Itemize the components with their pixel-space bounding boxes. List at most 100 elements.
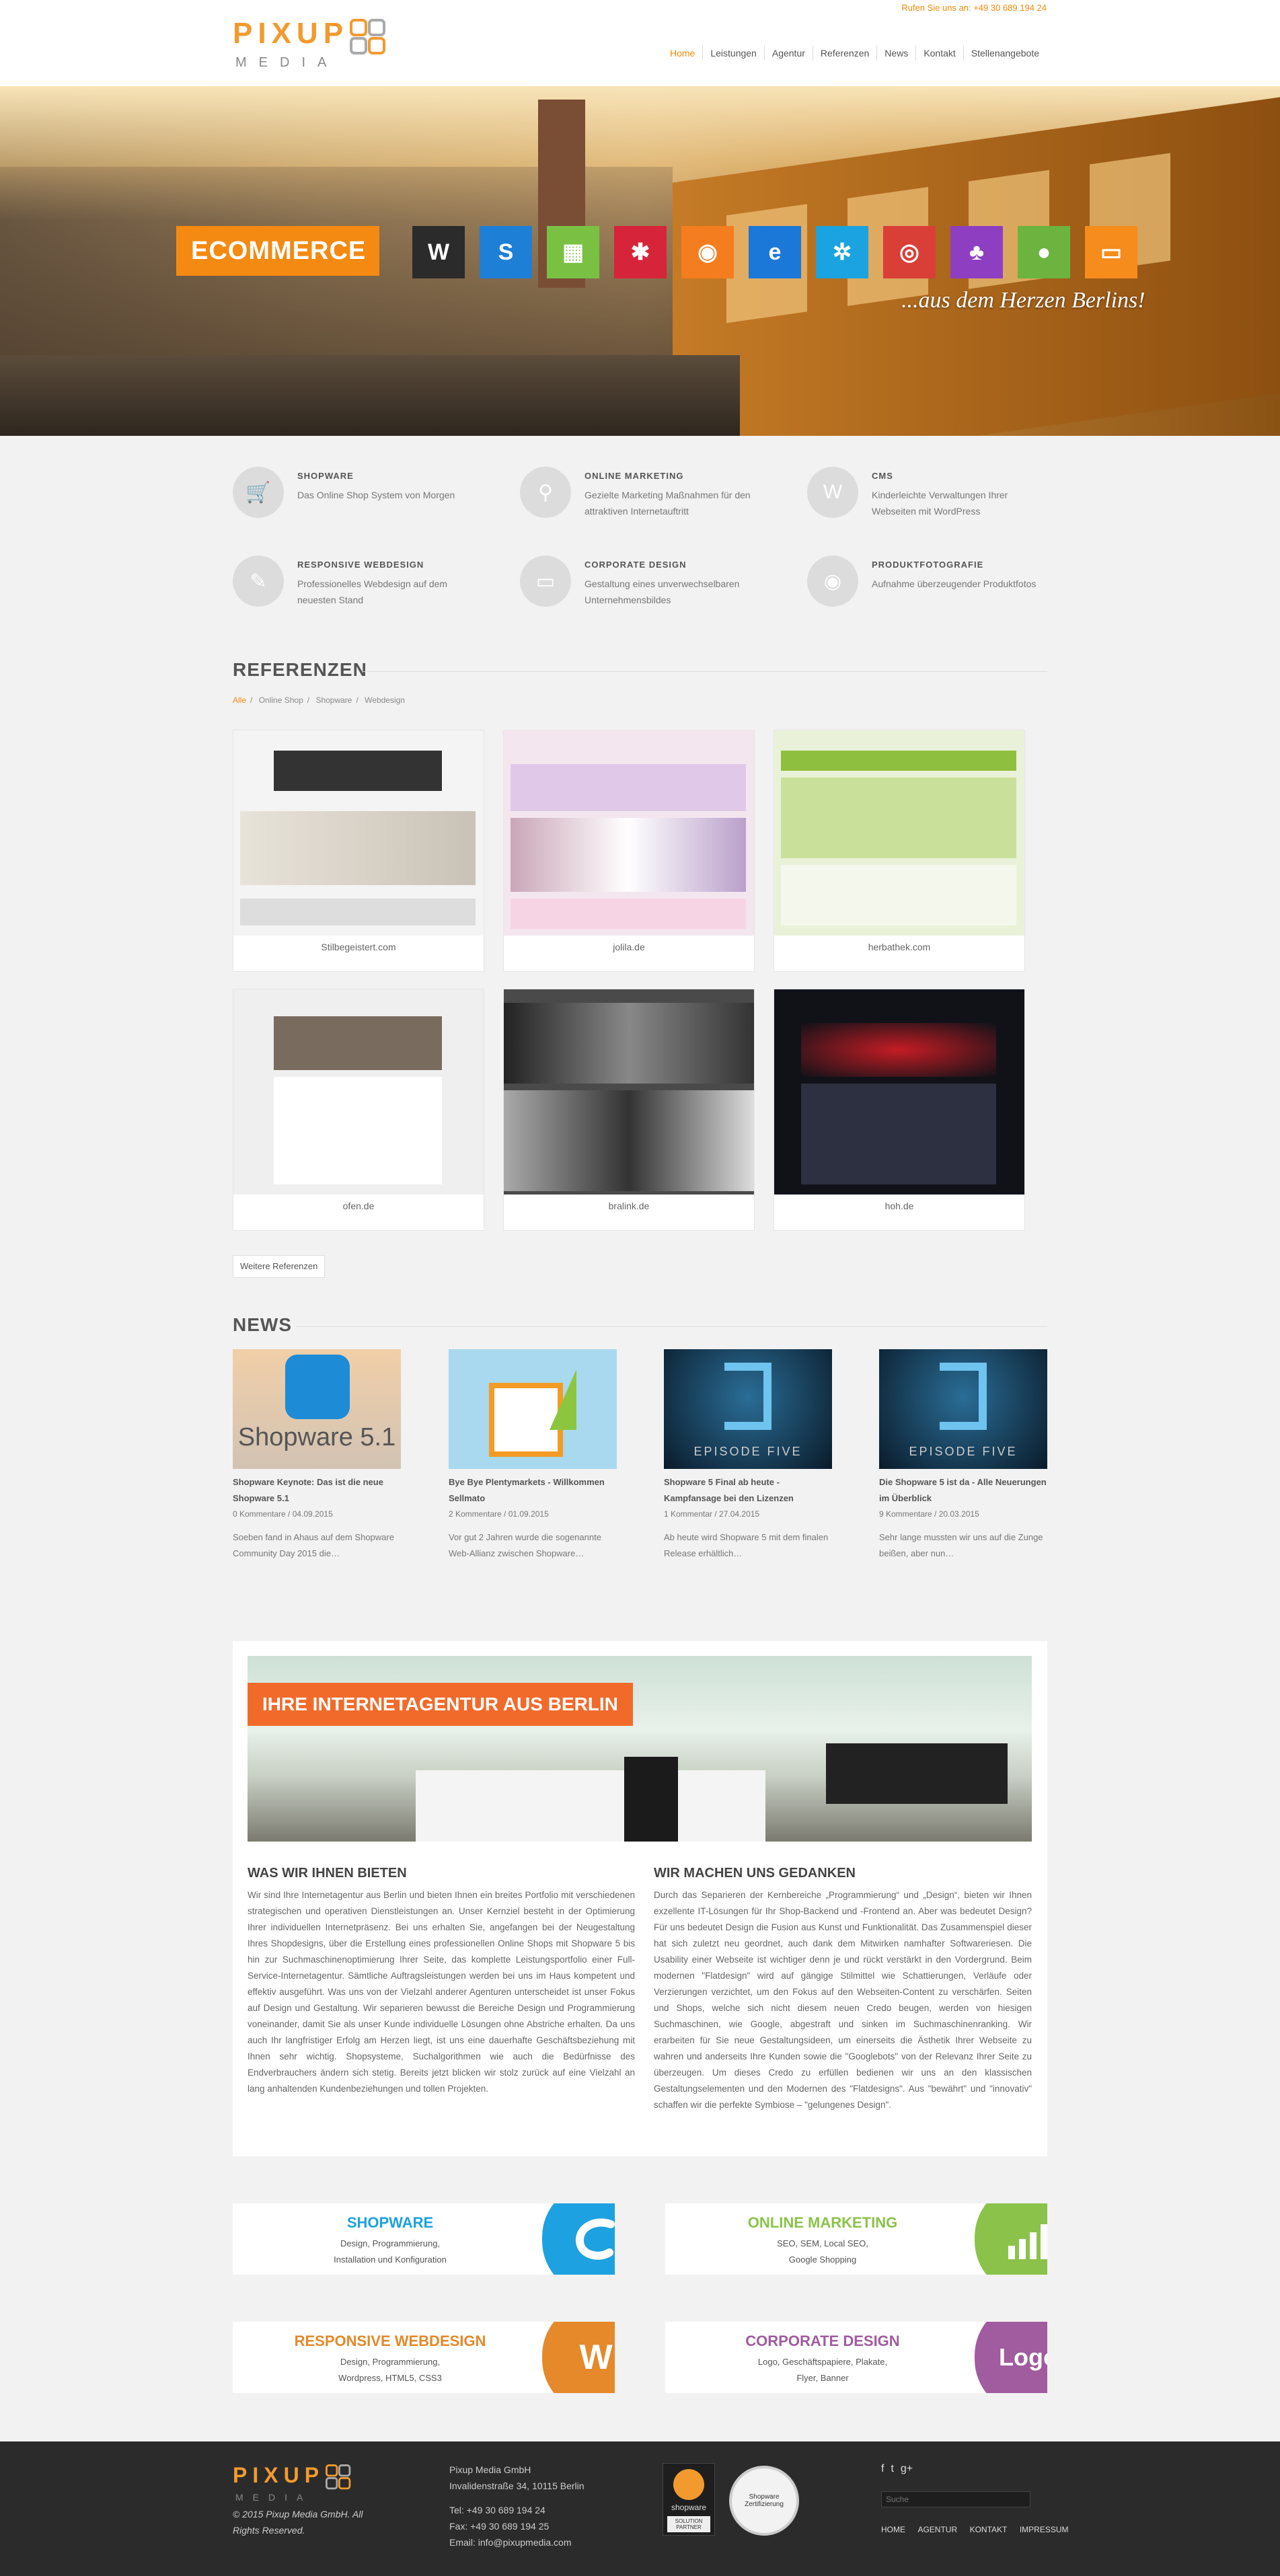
reference-card[interactable]: bralink.de — [503, 989, 755, 1231]
section-divider — [363, 671, 1047, 672]
nav-news[interactable]: News — [876, 46, 915, 61]
shopware-icon: S — [480, 226, 532, 278]
footer-logo-text: PIXUP — [233, 2463, 325, 2487]
google-plus-icon[interactable]: g+ — [901, 2463, 913, 2475]
email[interactable]: Email: info@pixupmedia.com — [449, 2534, 624, 2550]
news-image: EPISODE FIVE — [879, 1349, 1047, 1469]
footer-nav-home[interactable]: HOME — [881, 2525, 905, 2534]
filter-webdesign[interactable]: Webdesign — [365, 695, 405, 705]
wordpress-icon: W — [412, 226, 465, 278]
service-shopware[interactable]: 🛒 SHOPWARE Das Online Shop System von Mo… — [233, 467, 502, 527]
hero-slider[interactable]: ECOMMERCE ...aus dem Herzen Berlins! W S ▦… — [0, 86, 1280, 436]
wordpress-icon: W — [542, 2322, 615, 2393]
shot-block — [511, 764, 746, 811]
filter-shopware[interactable]: Shopware — [315, 695, 352, 705]
footer-logo-subtitle: MEDIA — [235, 2492, 313, 2503]
nav-leistungen[interactable]: Leistungen — [702, 46, 764, 61]
footer-nav-impressum[interactable]: IMPRESSUM — [1020, 2525, 1069, 2534]
shopware-icon — [542, 2203, 615, 2275]
safari-icon: ✲ — [816, 226, 868, 278]
nav-kontakt[interactable]: Kontakt — [915, 46, 963, 61]
filter-all[interactable]: Alle — [233, 695, 246, 705]
service-responsive-webdesign[interactable]: ✎ RESPONSIVE WEBDESIGN Professionelles W… — [233, 556, 502, 616]
section-divider — [296, 1326, 1047, 1327]
product-title: SHOPWARE — [346, 2214, 434, 2231]
product-desc: Logo, Geschäftspapiere, Plakate, Flyer, B… — [757, 2357, 888, 2383]
logo-mark-icon — [350, 19, 386, 54]
news-excerpt: Sehr lange mussten wir uns auf die Zunge… — [879, 1532, 1043, 1558]
twitter-icon[interactable]: t — [891, 2463, 893, 2475]
service-desc: Gezielte Marketing Maßnahmen für den att… — [585, 490, 751, 517]
news-item[interactable]: Shopware 5.1 Shopware Keynote: Das ist d… — [233, 1349, 401, 1562]
camera-icon: ◉ — [807, 556, 858, 607]
site-header: Rufen Sie uns an: +49 30 689 194 24 PIXU… — [0, 0, 1280, 86]
shot-block — [504, 1003, 754, 1084]
reference-card[interactable]: jolila.de — [503, 730, 755, 972]
footer-contact: Pixup Media GmbH Invalidenstraße 34, 101… — [449, 2462, 624, 2550]
product-desc: SEO, SEM, Local SEO, Google Shopping — [777, 2238, 868, 2265]
reference-card[interactable]: hoh.de — [774, 989, 1025, 1231]
table — [416, 1770, 765, 1842]
header-phone[interactable]: Rufen Sie uns an: +49 30 689 194 24 — [901, 3, 1047, 13]
news-title[interactable]: Shopware Keynote: Das ist die neue Shopw… — [233, 1474, 401, 1507]
agency-section: IHRE INTERNETAGENTUR AUS BERLIN WAS WIR … — [233, 1641, 1047, 2156]
seal-text: Shopware Zertifizierung — [745, 2493, 784, 2508]
news-item[interactable]: Bye Bye Plentymarkets - Willkommen Sellm… — [449, 1349, 617, 1562]
logo-subtitle: MEDIA — [235, 55, 339, 70]
footer-logo[interactable]: PIXUP MEDIA — [233, 2464, 351, 2505]
shot-block — [781, 751, 1016, 771]
service-desc: Gestaltung eines unverwechselbaren Unter… — [585, 578, 740, 605]
service-title: CMS — [872, 471, 893, 481]
service-produktfotografie[interactable]: ◉ PRODUKTFOTOGRAFIE Aufnahme überzeugend… — [807, 556, 1076, 616]
more-references-button[interactable]: Weitere Referenzen — [233, 1255, 326, 1278]
product-title: RESPONSIVE WEBDESIGN — [294, 2333, 486, 2349]
reference-card[interactable]: Stilbegeistert.com — [233, 730, 484, 972]
nav-stellenangebote[interactable]: Stellenangebote — [963, 46, 1047, 61]
news-image-text: EPISODE FIVE — [693, 1445, 802, 1458]
apple-icon: ● — [1018, 226, 1070, 278]
reference-screenshot — [233, 989, 484, 1195]
news-title[interactable]: Shopware 5 Final ab heute - Kampfansage … — [664, 1474, 832, 1507]
reference-card[interactable]: herbathek.com — [774, 730, 1025, 972]
shopware-icon — [285, 1355, 350, 1419]
service-online-marketing[interactable]: ⚲ ONLINE MARKETING Gezielte Marketing Ma… — [520, 467, 789, 527]
product-box-corporate-design[interactable]: CORPORATE DESIGN Logo, Geschäftspapiere,… — [665, 2322, 1047, 2393]
product-box-online-marketing[interactable]: ONLINE MARKETING SEO, SEM, Local SEO, Goo… — [665, 2203, 1047, 2275]
phone[interactable]: Tel: +49 30 689 194 24 — [449, 2502, 624, 2518]
hero-badge: ECOMMERCE — [176, 226, 379, 276]
certification-seal[interactable]: Shopware Zertifizierung — [729, 2466, 799, 2536]
nav-agentur[interactable]: Agentur — [763, 46, 813, 61]
site-logo[interactable]: PIXUP MEDIA — [233, 19, 394, 81]
agency-banner: IHRE INTERNETAGENTUR AUS BERLIN — [248, 1683, 633, 1726]
facebook-icon[interactable]: f — [881, 2463, 884, 2475]
news-title[interactable]: Die Shopware 5 ist da - Alle Neuerungen … — [879, 1474, 1047, 1507]
message-icon: ▭ — [1085, 226, 1137, 278]
nav-home[interactable]: Home — [663, 46, 702, 61]
site-footer: PIXUP MEDIA © 2015 Pixup Media GmbH. All… — [0, 2441, 1280, 2576]
shopware-partner-badge[interactable]: shopware SOLUTION PARTNER — [663, 2463, 715, 2536]
internet-explorer-icon: e — [749, 226, 801, 278]
five-icon — [940, 1363, 987, 1430]
footer-nav-kontakt[interactable]: KONTAKT — [970, 2525, 1008, 2534]
hero-slogan: ...aus dem Herzen Berlins! — [901, 288, 1145, 313]
chair — [624, 1757, 678, 1842]
product-box-shopware[interactable]: SHOPWARE Design, Programmierung, Installa… — [233, 2203, 615, 2275]
nav-referenzen[interactable]: Referenzen — [812, 46, 876, 61]
footer-search-input[interactable] — [881, 2491, 1030, 2507]
monitor-icon: ▭ — [520, 556, 571, 607]
news-meta: 2 Kommentare / 01.09.2015 — [449, 1509, 549, 1519]
news-title[interactable]: Bye Bye Plentymarkets - Willkommen Sellm… — [449, 1474, 617, 1507]
shot-block — [274, 751, 442, 791]
shopware-icon — [673, 2469, 704, 2500]
news-item[interactable]: EPISODE FIVE Die Shopware 5 ist da - All… — [879, 1349, 1047, 1562]
service-corporate-design[interactable]: ▭ CORPORATE DESIGN Gestaltung eines unve… — [520, 556, 789, 616]
reference-label: ofen.de — [342, 1201, 375, 1211]
service-desc: Kinderleichte Verwaltungen Ihrer Webseit… — [872, 490, 1008, 517]
reference-card[interactable]: ofen.de — [233, 989, 484, 1231]
filter-online-shop[interactable]: Online Shop — [259, 695, 303, 705]
news-item[interactable]: EPISODE FIVE Shopware 5 Final ab heute -… — [664, 1349, 832, 1562]
product-box-responsive-webdesign[interactable]: RESPONSIVE WEBDESIGN Design, Programmier… — [233, 2322, 615, 2393]
copyright: © 2015 Pixup Media GmbH. All Rights Rese… — [233, 2509, 363, 2536]
footer-nav-agentur[interactable]: AGENTUR — [917, 2525, 957, 2534]
service-cms[interactable]: W CMS Kinderleichte Verwaltungen Ihrer W… — [807, 467, 1076, 527]
